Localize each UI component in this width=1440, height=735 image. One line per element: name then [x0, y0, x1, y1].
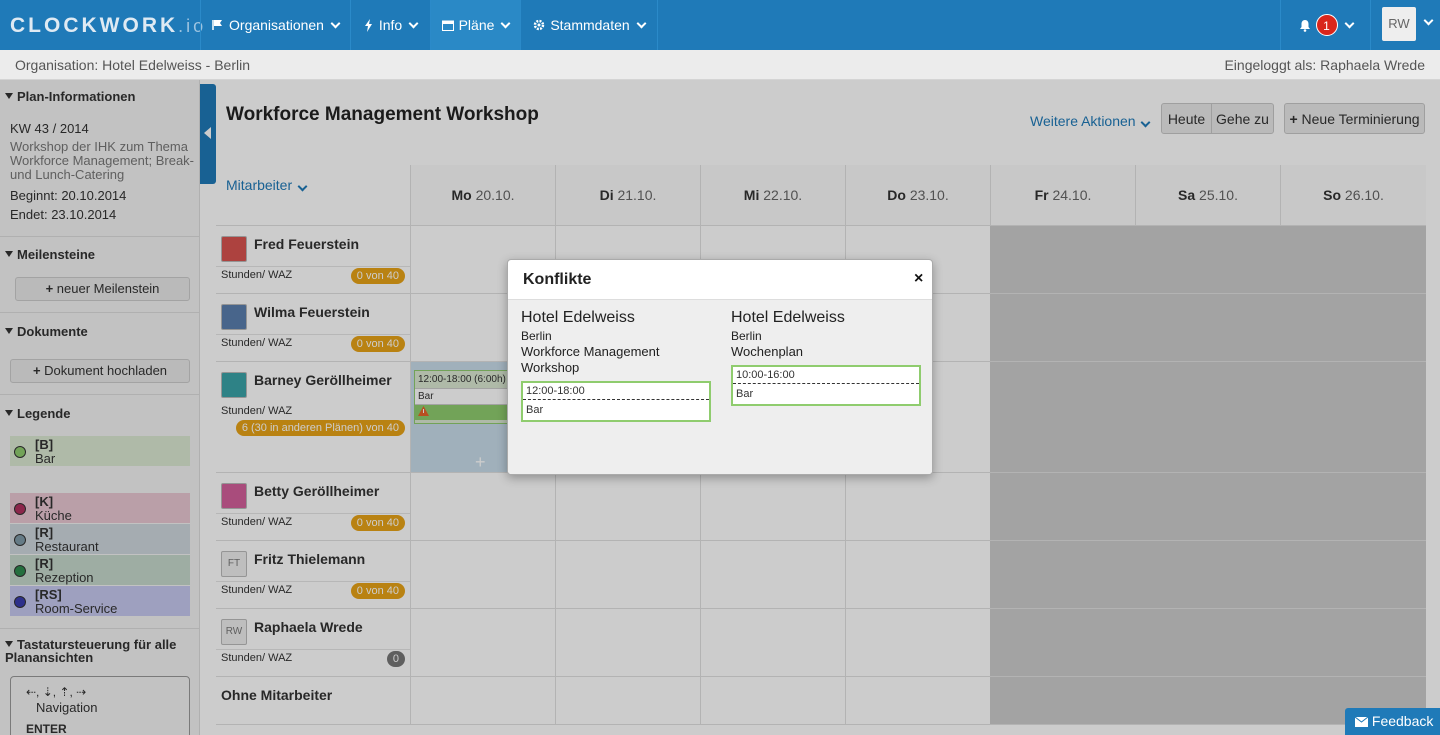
notifications-menu[interactable]: 1 — [1280, 0, 1370, 50]
dialog-title: Konflikte — [523, 271, 592, 288]
conflict-city: Berlin — [731, 329, 762, 343]
chevron-down-icon — [1344, 18, 1354, 28]
app-logo[interactable]: CLOCKWORK.io — [10, 14, 206, 38]
gear-icon — [534, 19, 545, 31]
shift-block[interactable]: 12:00-18:00 Bar — [521, 381, 711, 422]
conflict-city: Berlin — [521, 329, 552, 343]
organisation-label: Organisation: Hotel Edelweiss - Berlin — [15, 57, 250, 73]
conflict-org: Hotel Edelweiss — [731, 309, 845, 326]
chevron-down-icon — [330, 18, 341, 28]
logged-in-label: Eingeloggt als: Raphaela Wrede — [1224, 57, 1425, 73]
chevron-down-icon — [408, 18, 419, 28]
conflict-item: Hotel Edelweiss Berlin Wochenplan 10:00-… — [731, 308, 921, 406]
dialog-body: Hotel Edelweiss Berlin Workforce Managem… — [508, 300, 932, 474]
nav-organisationen[interactable]: Organisationen — [200, 0, 350, 50]
conflict-plan[interactable]: Workforce Management Workshop — [521, 344, 711, 376]
nav-plaene[interactable]: Pläne — [430, 0, 520, 50]
chevron-down-icon — [636, 18, 647, 28]
shift-time: 10:00-16:00 — [733, 367, 919, 384]
user-menu[interactable]: RW — [1370, 0, 1440, 50]
dialog-header: Konflikte × — [508, 260, 932, 300]
close-icon[interactable]: × — [914, 270, 923, 288]
notification-count-badge: 1 — [1315, 14, 1338, 36]
feedback-button[interactable]: Feedback — [1345, 708, 1440, 735]
top-navbar: CLOCKWORK.io Organisationen Info Pläne S… — [0, 0, 1440, 50]
shift-time: 12:00-18:00 — [523, 383, 709, 400]
bell-icon — [1299, 19, 1310, 32]
shift-role: Bar — [736, 388, 754, 400]
chevron-down-icon — [500, 18, 511, 28]
conflict-plan[interactable]: Wochenplan — [731, 344, 921, 360]
context-bar: Organisation: Hotel Edelweiss - Berlin E… — [0, 50, 1440, 80]
nav-info[interactable]: Info — [350, 0, 430, 50]
conflict-org: Hotel Edelweiss — [521, 309, 635, 326]
user-avatar: RW — [1382, 7, 1416, 41]
bolt-icon — [364, 18, 372, 32]
calendar-icon — [441, 20, 454, 31]
chevron-down-icon — [1423, 15, 1434, 26]
conflict-item: Hotel Edelweiss Berlin Workforce Managem… — [521, 308, 711, 422]
shift-block[interactable]: 10:00-16:00 Bar — [731, 365, 921, 406]
flag-icon — [212, 20, 223, 30]
conflicts-dialog: Konflikte × Hotel Edelweiss Berlin Workf… — [507, 259, 933, 475]
nav-stammdaten[interactable]: Stammdaten — [520, 0, 658, 50]
shift-role: Bar — [526, 404, 544, 416]
envelope-icon — [1354, 716, 1369, 727]
